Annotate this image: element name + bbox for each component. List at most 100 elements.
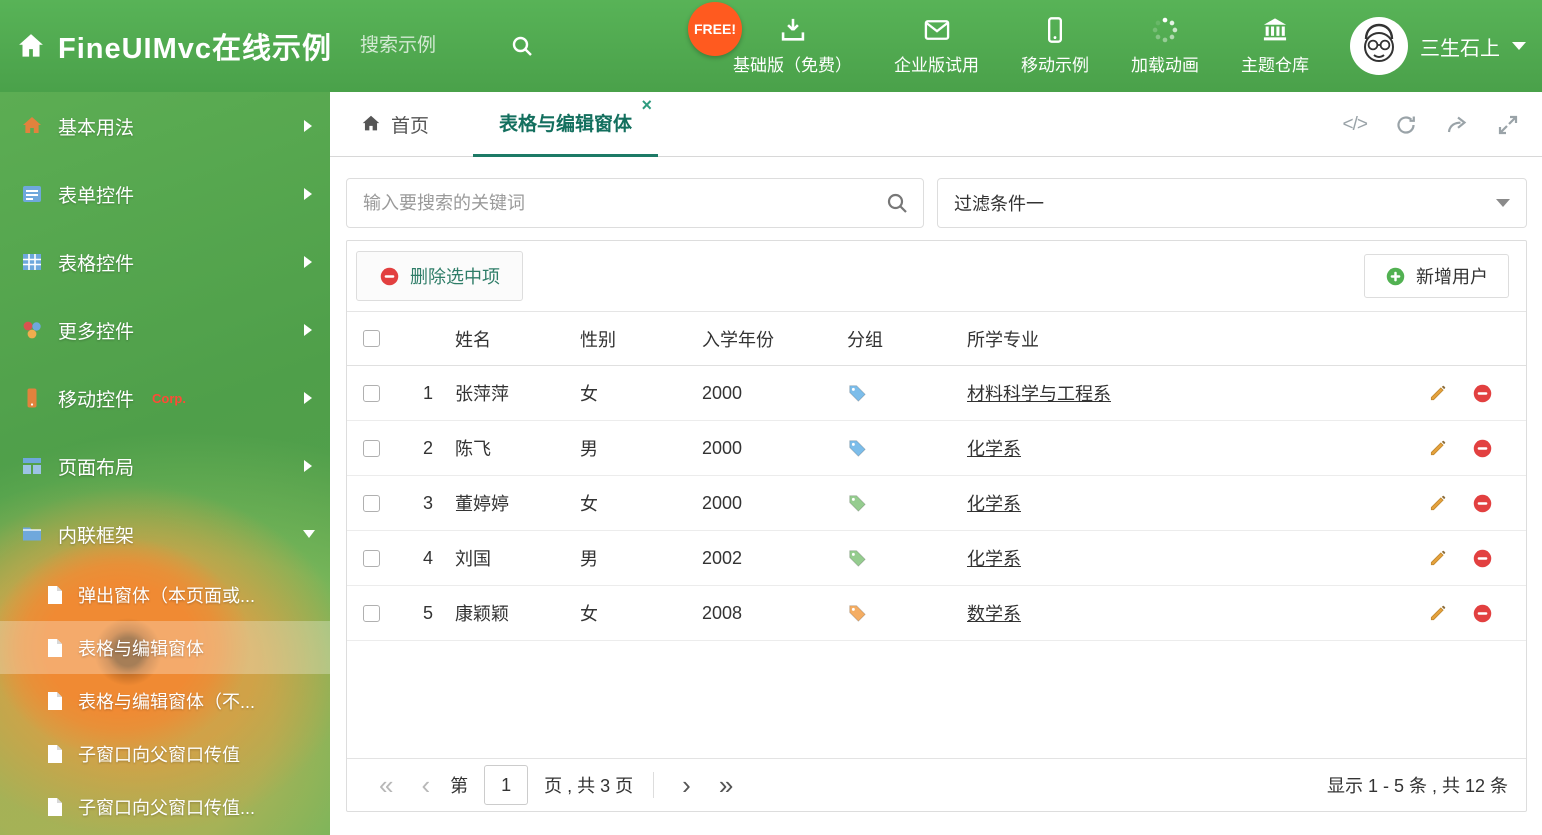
top-search-input[interactable] xyxy=(360,35,511,57)
sidebar-item-more-controls[interactable]: 更多控件 xyxy=(0,296,330,364)
sidebar-item-page-layout[interactable]: 页面布局 xyxy=(0,432,330,500)
next-page-button[interactable]: › xyxy=(668,772,705,798)
chevron-right-icon xyxy=(304,392,312,404)
divider xyxy=(653,772,655,798)
last-page-button[interactable]: » xyxy=(705,772,747,798)
nav-item-theme-repository[interactable]: 主题仓库 xyxy=(1220,0,1330,92)
row-checkbox[interactable] xyxy=(362,549,380,567)
edit-pencil-icon[interactable] xyxy=(1428,548,1448,568)
edit-pencil-icon[interactable] xyxy=(1428,383,1448,403)
table-row: 3 董婷婷 女 2000 化学系 xyxy=(347,476,1526,531)
delete-row-icon[interactable] xyxy=(1472,548,1493,569)
column-header-major[interactable]: 所学专业 xyxy=(955,326,1416,352)
top-navigation: 基础版（免费） 企业版试用 移动示例 加载动画 主题仓库 xyxy=(712,0,1330,92)
tab-home[interactable]: 首页 xyxy=(360,111,429,138)
table-row: 4 刘国 男 2002 化学系 xyxy=(347,531,1526,586)
home-icon xyxy=(16,31,46,61)
sidebar-item-grid-controls[interactable]: 表格控件 xyxy=(0,228,330,296)
mobile-icon xyxy=(20,386,44,410)
sidebar-item-inline-frame[interactable]: 内联框架 xyxy=(0,500,330,568)
row-checkbox[interactable] xyxy=(362,384,380,402)
tag-icon xyxy=(835,383,955,403)
major-link[interactable]: 材料科学与工程系 xyxy=(967,384,1111,404)
prev-page-button[interactable]: ‹ xyxy=(407,772,444,798)
select-all-checkbox[interactable] xyxy=(362,330,380,347)
cell-year: 2000 xyxy=(702,382,743,403)
cell-gender: 女 xyxy=(580,604,598,624)
delete-selected-button[interactable]: 删除选中项 xyxy=(356,251,523,301)
search-icon[interactable] xyxy=(510,34,534,58)
nav-label: 企业版试用 xyxy=(894,56,979,75)
nav-item-enterprise-trial[interactable]: 企业版试用 xyxy=(873,0,1000,92)
major-link[interactable]: 化学系 xyxy=(967,549,1021,569)
cell-gender: 女 xyxy=(580,384,598,404)
major-link[interactable]: 化学系 xyxy=(967,494,1021,514)
chevron-down-icon xyxy=(1512,42,1526,50)
tag-icon xyxy=(835,438,955,458)
row-checkbox[interactable] xyxy=(362,604,380,622)
sidebar-subitem-grid-edit-window[interactable]: 表格与编辑窗体 xyxy=(0,621,330,674)
keyword-search-box[interactable] xyxy=(346,178,924,228)
page-number-input[interactable] xyxy=(484,765,529,805)
delete-row-icon[interactable] xyxy=(1472,603,1493,624)
tab-toolbar: </> xyxy=(1343,92,1520,157)
row-checkbox[interactable] xyxy=(362,439,380,457)
sidebar-item-mobile-controls[interactable]: 移动控件 Corp. xyxy=(0,364,330,432)
user-menu[interactable]: 三生石上 xyxy=(1350,0,1526,92)
share-icon[interactable] xyxy=(1445,113,1469,137)
refresh-icon[interactable] xyxy=(1394,113,1418,137)
sidebar-item-label: 基本用法 xyxy=(58,117,135,139)
brand[interactable]: FineUIMvc在线示例 xyxy=(0,25,332,67)
tab-bar: 首页 表格与编辑窗体 × </> xyxy=(330,92,1542,157)
sidebar: 基本用法 表单控件 表格控件 更多控件 移动控件 Corp. 页面布局 内联框架… xyxy=(0,92,330,835)
source-code-icon[interactable]: </> xyxy=(1343,114,1369,136)
cell-name: 陈飞 xyxy=(455,439,491,459)
sidebar-subitem-label: 表格与编辑窗体 xyxy=(78,638,204,659)
column-header-name[interactable]: 姓名 xyxy=(443,326,568,352)
table-empty-area xyxy=(347,641,1526,758)
table-row: 2 陈飞 男 2000 化学系 xyxy=(347,421,1526,476)
nav-label: 移动示例 xyxy=(1021,56,1089,75)
major-link[interactable]: 化学系 xyxy=(967,439,1021,459)
delete-row-icon[interactable] xyxy=(1472,438,1493,459)
grid-toolbar: 删除选中项 新增用户 xyxy=(347,241,1526,311)
major-link[interactable]: 数学系 xyxy=(967,604,1021,624)
table-row: 5 康颖颖 女 2008 数学系 xyxy=(347,586,1526,641)
filter-dropdown[interactable]: 过滤条件一 xyxy=(937,178,1527,228)
expand-icon[interactable] xyxy=(1496,113,1520,137)
tag-icon xyxy=(835,603,955,623)
search-icon[interactable] xyxy=(885,191,909,215)
column-header-year[interactable]: 入学年份 xyxy=(690,326,835,352)
file-icon xyxy=(46,797,64,817)
add-user-button[interactable]: 新增用户 xyxy=(1364,254,1509,298)
edit-pencil-icon[interactable] xyxy=(1428,493,1448,513)
column-header-group[interactable]: 分组 xyxy=(835,326,955,352)
row-checkbox[interactable] xyxy=(362,494,380,512)
keyword-search-input[interactable] xyxy=(347,192,885,214)
nav-item-mobile-demo[interactable]: 移动示例 xyxy=(1000,0,1110,92)
nav-label: 基础版（免费） xyxy=(733,56,852,75)
sidebar-subitem-child-to-parent-alt[interactable]: 子窗口向父窗口传值... xyxy=(0,780,330,833)
chevron-down-icon xyxy=(1496,199,1510,207)
sidebar-item-basic-usage[interactable]: 基本用法 xyxy=(0,92,330,160)
delete-row-icon[interactable] xyxy=(1472,383,1493,404)
home-icon xyxy=(20,114,44,138)
edit-pencil-icon[interactable] xyxy=(1428,438,1448,458)
top-search[interactable] xyxy=(360,34,560,58)
app-title: FineUIMvc在线示例 xyxy=(58,33,333,65)
page-total-label: 页 , 共 3 页 xyxy=(544,776,634,796)
top-header: FineUIMvc在线示例 FREE! 基础版（免费） 企业版试 xyxy=(0,0,1542,92)
sidebar-subitem-grid-edit-window-alt[interactable]: 表格与编辑窗体（不... xyxy=(0,674,330,727)
tab-grid-edit-window[interactable]: 表格与编辑窗体 × xyxy=(473,92,659,157)
close-icon[interactable]: × xyxy=(642,96,653,114)
row-index: 3 xyxy=(422,492,433,513)
sidebar-subitem-popup-window[interactable]: 弹出窗体（本页面或... xyxy=(0,568,330,621)
nav-item-loading-animations[interactable]: 加载动画 xyxy=(1110,0,1220,92)
delete-row-icon[interactable] xyxy=(1472,493,1493,514)
first-page-button[interactable]: « xyxy=(365,772,407,798)
sidebar-subitem-child-to-parent[interactable]: 子窗口向父窗口传值 xyxy=(0,727,330,780)
column-header-gender[interactable]: 性别 xyxy=(568,326,690,352)
sidebar-item-form-controls[interactable]: 表单控件 xyxy=(0,160,330,228)
user-name: 三生石上 xyxy=(1420,37,1500,60)
edit-pencil-icon[interactable] xyxy=(1428,603,1448,623)
